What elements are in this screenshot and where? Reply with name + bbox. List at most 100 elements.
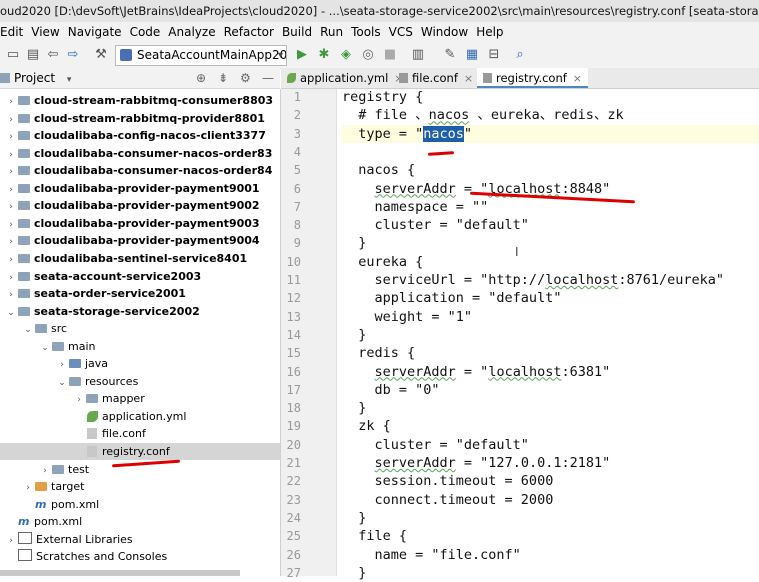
tab-registry-conf[interactable]: registry.conf × (477, 68, 589, 88)
forward-arrow-icon[interactable]: ⇨ (64, 46, 82, 64)
menu-view[interactable]: View (31, 22, 59, 42)
code-line[interactable]: file { (342, 527, 407, 545)
chevron-right-icon[interactable]: › (6, 287, 16, 304)
tree-node[interactable]: registry.conf (0, 443, 280, 460)
code-line[interactable]: cluster = "default" (342, 216, 529, 234)
menu-navigate[interactable]: Navigate (68, 22, 122, 42)
tree-node[interactable]: › cloudalibaba-provider-payment9002 (0, 197, 280, 214)
code-line[interactable]: zk { (342, 417, 391, 435)
tree-node[interactable]: › seata-account-service2003 (0, 268, 280, 285)
chevron-right-icon[interactable]: › (6, 129, 16, 146)
code-line[interactable]: } (342, 399, 366, 417)
locate-target-icon[interactable]: ⊕ (196, 68, 206, 88)
chevron-right-icon[interactable]: › (6, 217, 16, 234)
horizontal-scrollbar[interactable] (0, 570, 240, 576)
hide-icon[interactable]: — (262, 68, 274, 88)
chevron-right-icon[interactable]: › (6, 270, 16, 287)
chevron-right-icon[interactable]: › (6, 199, 16, 216)
tree-node[interactable]: › cloudalibaba-config-nacos-client3377 (0, 127, 280, 144)
vcs-icon[interactable]: ▥ (409, 46, 427, 64)
menu-build[interactable]: Build (282, 22, 312, 42)
chevron-right-icon[interactable]: › (40, 463, 50, 480)
tree-node[interactable]: › cloudalibaba-provider-payment9001 (0, 180, 280, 197)
collapse-all-icon[interactable]: ⇟ (218, 68, 228, 88)
code-line[interactable]: } (342, 234, 366, 252)
sdk-icon[interactable]: ⊟ (485, 46, 503, 64)
run-configuration-select[interactable]: SeataAccountMainApp2003 ▾ (115, 45, 287, 66)
tree-node[interactable]: application.yml (0, 408, 280, 425)
code-line[interactable]: nacos { (342, 161, 415, 179)
code-line[interactable]: name = "file.conf" (342, 546, 521, 564)
code-line[interactable]: application = "default" (342, 289, 562, 307)
save-icon[interactable]: ▤ (24, 46, 42, 64)
code-line[interactable]: } (342, 326, 366, 344)
tab-application-yml[interactable]: application.yml× (281, 68, 410, 88)
tree-node[interactable]: Scratches and Consoles (0, 548, 280, 565)
search-icon[interactable]: ⌕ (511, 46, 529, 64)
menu-code[interactable]: Code (130, 22, 161, 42)
chevron-right-icon[interactable]: › (6, 252, 16, 269)
code-line[interactable]: } (342, 564, 366, 582)
code-line[interactable]: redis { (342, 344, 415, 362)
tree-node[interactable]: › target (0, 478, 280, 495)
run-icon[interactable]: ▶ (293, 46, 311, 64)
menu-refactor[interactable]: Refactor (224, 22, 274, 42)
profile-icon[interactable]: ◎ (359, 46, 377, 64)
menu-analyze[interactable]: Analyze (168, 22, 215, 42)
code-line[interactable]: cluster = "default" (342, 436, 529, 454)
gear-icon[interactable]: ⚙ (240, 68, 251, 88)
chevron-right-icon[interactable]: › (6, 164, 16, 181)
chevron-right-icon[interactable]: › (23, 480, 33, 497)
chevron-down-icon[interactable]: ⌄ (57, 375, 67, 392)
project-structure-icon[interactable]: ▦ (463, 46, 481, 64)
menu-run[interactable]: Run (320, 22, 343, 42)
code-line[interactable]: serverAddr = "localhost:6381" (342, 363, 611, 381)
project-panel-title[interactable]: Project (14, 71, 55, 85)
menu-window[interactable]: Window (421, 22, 468, 42)
tree-node[interactable]: › cloudalibaba-sentinel-service8401 (0, 250, 280, 267)
tree-node[interactable]: › cloud-stream-rabbitmq-provider8801 (0, 110, 280, 127)
back-arrow-icon[interactable]: ⇦ (44, 46, 62, 64)
chevron-down-icon[interactable]: ▾ (67, 75, 72, 85)
chevron-down-icon[interactable]: ⌄ (23, 322, 33, 339)
close-icon[interactable]: × (464, 72, 473, 85)
chevron-down-icon[interactable]: ⌄ (6, 305, 16, 322)
chevron-right-icon[interactable]: › (6, 234, 16, 251)
tree-node[interactable]: › cloud-stream-rabbitmq-consumer8803 (0, 92, 280, 109)
tree-node[interactable]: ⌄ seata-storage-service2002 (0, 303, 280, 320)
code-line[interactable]: session.timeout = 6000 (342, 472, 554, 490)
settings-wrench-icon[interactable]: ✎ (441, 46, 459, 64)
stop-icon[interactable]: ■ (381, 46, 399, 64)
tree-node[interactable]: › mapper (0, 390, 280, 407)
tree-node[interactable]: m pom.xml (0, 513, 280, 530)
code-line[interactable]: type = "nacos" (342, 124, 759, 143)
tab-file-conf[interactable]: file.conf × (393, 68, 479, 88)
code-line[interactable]: eureka { (342, 253, 423, 271)
folder-open-icon[interactable]: ▭ (4, 46, 22, 64)
chevron-right-icon[interactable]: › (6, 533, 16, 550)
tree-node[interactable]: ⌄ main (0, 338, 280, 355)
tree-node[interactable]: › cloudalibaba-consumer-nacos-order83 (0, 145, 280, 162)
chevron-right-icon[interactable]: › (57, 357, 67, 374)
chevron-right-icon[interactable]: › (6, 112, 16, 129)
chevron-right-icon[interactable]: › (6, 182, 16, 199)
tree-node[interactable]: › cloudalibaba-provider-payment9004 (0, 232, 280, 249)
code-line[interactable]: registry { (342, 88, 423, 106)
code-line[interactable]: connect.timeout = 2000 (342, 491, 554, 509)
tree-node[interactable]: › seata-order-service2001 (0, 285, 280, 302)
tree-node[interactable]: › java (0, 355, 280, 372)
code-line[interactable]: namespace = "" (342, 198, 489, 216)
menu-edit[interactable]: Edit (0, 22, 23, 42)
close-icon[interactable]: × (573, 72, 582, 85)
tree-node[interactable]: m pom.xml (0, 496, 280, 513)
code-line[interactable]: serviceUrl = "http://localhost:8761/eure… (342, 271, 725, 289)
menu-vcs[interactable]: VCS (389, 22, 413, 42)
code-line[interactable]: serverAddr = "127.0.0.1:2181" (342, 454, 611, 472)
code-line[interactable]: weight = "1" (342, 308, 473, 326)
chevron-right-icon[interactable]: › (74, 392, 84, 409)
debug-icon[interactable]: ✱ (315, 46, 333, 64)
build-hammer-icon[interactable]: ⚒ (92, 46, 110, 64)
code-line[interactable]: # file 、nacos 、eureka、redis、zk (342, 106, 623, 124)
code-line[interactable]: } (342, 509, 366, 527)
tree-node[interactable]: file.conf (0, 425, 280, 442)
